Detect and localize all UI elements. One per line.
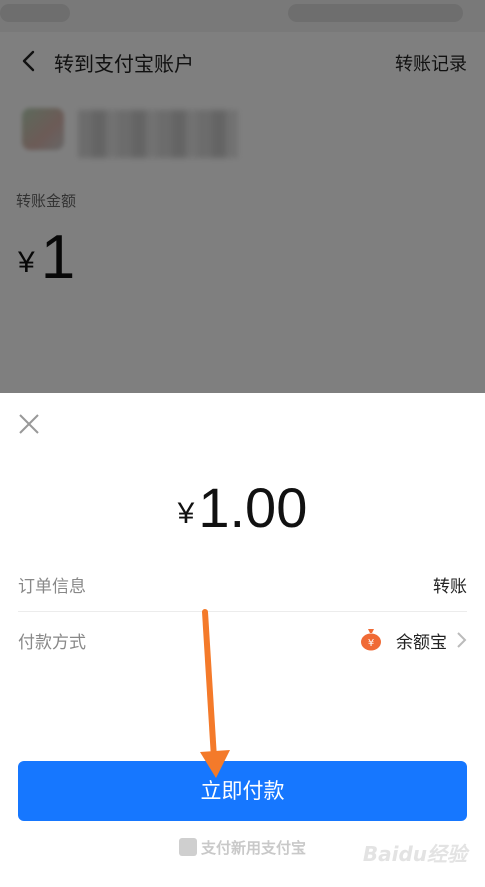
payment-method-label: 付款方式 — [18, 633, 86, 653]
payment-method-value: 余额宝 — [396, 633, 447, 653]
payment-sheet: ¥1.00 订单信息 转账 付款方式 ¥ 余额宝 立即付款 支付新用支付宝 Ba… — [0, 393, 485, 887]
payment-amount-value: 1.00 — [198, 476, 308, 539]
modal-overlay[interactable] — [0, 0, 485, 395]
pay-now-button[interactable]: 立即付款 — [18, 761, 467, 821]
payment-amount: ¥1.00 — [0, 475, 485, 540]
watermark: Baidu经验 — [362, 842, 467, 866]
order-info-row: 订单信息 转账 — [18, 556, 467, 612]
footer-brand-text: 支付新用支付宝 — [200, 839, 306, 857]
yuebao-icon: ¥ — [361, 629, 381, 651]
currency-symbol: ¥ — [177, 497, 195, 530]
chevron-right-icon — [457, 632, 467, 648]
svg-text:¥: ¥ — [368, 638, 374, 649]
order-info-label: 订单信息 — [18, 577, 86, 597]
payment-method-row[interactable]: 付款方式 ¥ 余额宝 — [18, 612, 467, 668]
order-info-value: 转账 — [433, 577, 467, 597]
background-page: 转到支付宝账户 转账记录 转账金额 ¥1 — [0, 0, 485, 395]
close-icon[interactable] — [18, 413, 40, 435]
alipay-logo-icon — [178, 838, 197, 856]
